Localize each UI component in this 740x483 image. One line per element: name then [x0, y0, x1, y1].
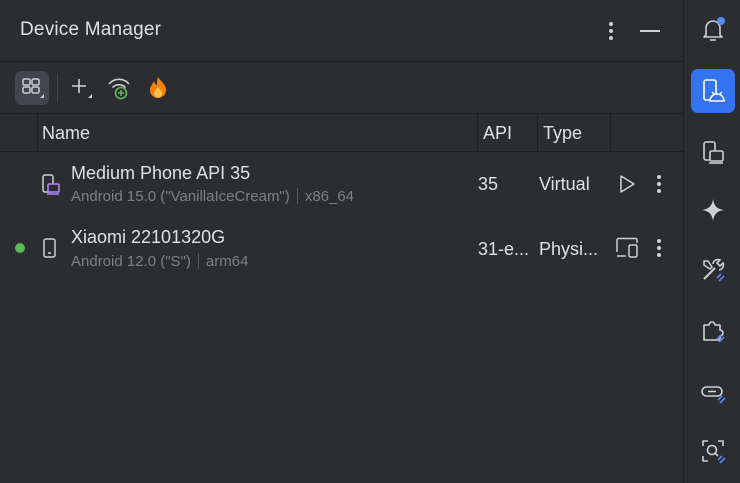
device-manager-icon: [703, 79, 725, 102]
puzzle-icon: [703, 321, 725, 343]
device-mirroring-icon: [616, 237, 638, 258]
device-os: Android 15.0 ("VanillaIceCream"): [71, 188, 290, 205]
device-toolbar: [0, 62, 683, 114]
device-type: Virtual: [539, 174, 590, 194]
column-divider: [537, 114, 538, 152]
app-links-button[interactable]: [691, 370, 735, 414]
detail-separator: [197, 253, 199, 269]
more-vertical-icon: [657, 175, 661, 193]
column-header-name[interactable]: Name: [42, 123, 90, 144]
more-options-button[interactable]: [598, 18, 624, 44]
device-manager-panel: Device Manager Name API Type Medium Phon…: [0, 0, 683, 483]
column-divider: [37, 114, 38, 152]
inspect-icon: [702, 440, 726, 464]
device-api: 31-e...: [478, 239, 530, 259]
column-divider: [477, 114, 478, 152]
device-name: Medium Phone API 35: [71, 163, 251, 183]
more-vertical-icon: [657, 239, 661, 257]
device-details: Android 15.0 ("VanillaIceCream") x86_64: [71, 188, 354, 205]
physical-device-icon: [40, 236, 60, 260]
device-more-button[interactable]: [646, 171, 672, 197]
minimize-icon: [640, 30, 660, 32]
device-api: 35: [478, 174, 499, 194]
pair-wifi-button[interactable]: [102, 71, 136, 105]
panel-title: Device Manager: [20, 19, 162, 40]
group-view-button[interactable]: [15, 71, 49, 105]
device-abi: arm64: [205, 253, 249, 270]
device-type: Physi...: [539, 239, 599, 259]
table-row[interactable]: Medium Phone API 35 Android 15.0 ("Vanil…: [0, 154, 683, 218]
minimize-button[interactable]: [637, 18, 663, 44]
app-quality-insights-button[interactable]: [691, 309, 735, 353]
sparkle-icon: [702, 199, 724, 221]
add-device-button[interactable]: [64, 71, 98, 105]
layout-inspector-button[interactable]: [691, 429, 735, 473]
tool-window-rail: [683, 0, 740, 483]
grid-view-icon: [22, 78, 44, 98]
detail-separator: [296, 188, 298, 204]
play-icon: [620, 175, 635, 193]
add-icon: [72, 79, 92, 98]
toolbar-separator: [57, 74, 58, 102]
device-details: Android 12.0 ("S") arm64: [71, 253, 248, 270]
notifications-button[interactable]: [691, 8, 735, 52]
virtual-device-icon: [40, 172, 60, 196]
column-header-api[interactable]: API: [483, 123, 512, 144]
panel-header: Device Manager: [0, 0, 683, 62]
device-name: Xiaomi 22101320G: [71, 227, 226, 247]
device-mirroring-button[interactable]: [614, 235, 640, 261]
link-icon: [701, 386, 726, 404]
table-header: Name API Type: [0, 114, 683, 152]
start-device-button[interactable]: [614, 171, 640, 197]
firebase-icon: [150, 77, 166, 98]
column-header-type[interactable]: Type: [543, 123, 582, 144]
device-manager-tool-button[interactable]: [691, 69, 735, 113]
device-more-button[interactable]: [646, 235, 672, 261]
gemini-button[interactable]: [691, 188, 735, 232]
pair-wifi-icon: [108, 78, 130, 100]
device-os: Android 12.0 ("S"): [71, 253, 191, 270]
table-row[interactable]: Xiaomi 22101320G Android 12.0 ("S") arm64…: [0, 218, 683, 282]
more-vertical-icon: [609, 22, 613, 40]
build-variants-button[interactable]: [691, 248, 735, 292]
running-devices-icon: [703, 141, 724, 164]
column-divider: [610, 114, 611, 152]
firebase-test-lab-button[interactable]: [141, 71, 175, 105]
bell-icon: [703, 17, 725, 41]
running-devices-button[interactable]: [691, 130, 735, 174]
device-abi: x86_64: [304, 188, 355, 205]
online-status-indicator: [15, 243, 25, 253]
tools-icon: [703, 258, 725, 282]
